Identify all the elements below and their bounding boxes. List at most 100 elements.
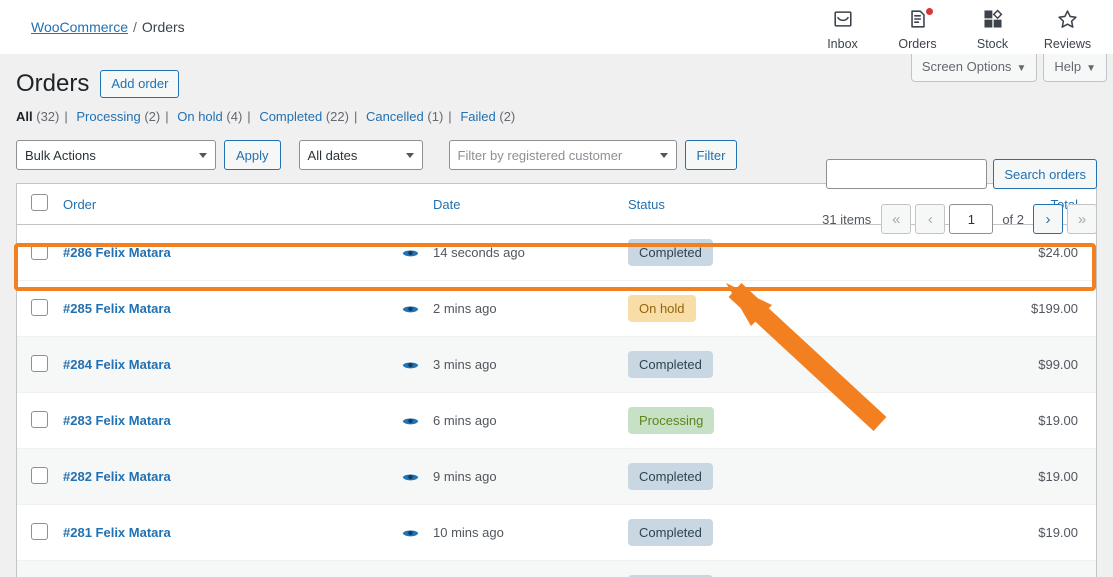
- column-header-order[interactable]: Order: [63, 184, 433, 226]
- nav-item-orders[interactable]: Orders: [880, 4, 955, 51]
- status-badge[interactable]: Processing: [628, 407, 715, 435]
- preview-eye-icon[interactable]: [402, 359, 419, 370]
- status-filter-failed[interactable]: Failed: [460, 109, 495, 124]
- breadcrumb-separator: /: [133, 19, 137, 35]
- pagination-next-button[interactable]: ›: [1033, 204, 1063, 234]
- row-checkbox[interactable]: [31, 410, 48, 428]
- row-checkbox[interactable]: [31, 522, 48, 540]
- status-badge[interactable]: Completed: [628, 239, 713, 267]
- row-status-cell: Processing: [628, 392, 923, 450]
- status-filter-on-hold[interactable]: On hold: [177, 109, 223, 124]
- woocommerce-header-bar: WooCommerce / Orders Inbox Orders Stock …: [0, 0, 1113, 54]
- screen-options-button[interactable]: Screen Options ▼: [910, 54, 1038, 82]
- table-row[interactable]: #281 Felix Matara 10 mins ago Completed …: [17, 504, 1096, 562]
- row-status-cell: On hold: [628, 280, 923, 338]
- table-row[interactable]: Completed: [17, 560, 1096, 577]
- pagination: 31 items « ‹ 1 of 2 › »: [822, 204, 1097, 234]
- customer-filter-select[interactable]: Filter by registered customer: [448, 140, 677, 171]
- row-date-cell: 2 mins ago: [433, 280, 628, 338]
- table-row[interactable]: #285 Felix Matara 2 mins ago On hold $19…: [17, 280, 1096, 338]
- nav-item-reviews-label: Reviews: [1043, 37, 1092, 51]
- table-row[interactable]: #282 Felix Matara 9 mins ago Completed $…: [17, 448, 1096, 506]
- row-date-cell: 14 seconds ago: [433, 224, 628, 282]
- order-link[interactable]: #283 Felix Matara: [63, 413, 171, 428]
- pagination-first-button[interactable]: «: [881, 204, 912, 234]
- table-row[interactable]: #284 Felix Matara 3 mins ago Completed $…: [17, 336, 1096, 394]
- search-orders-area: Search orders: [826, 159, 1097, 189]
- row-total-cell: $19.00: [923, 504, 1096, 562]
- status-filter-all[interactable]: All: [16, 109, 33, 124]
- preview-eye-icon[interactable]: [402, 415, 419, 426]
- status-filter-all-count: (32): [36, 109, 60, 125]
- reviews-icon: [1030, 8, 1105, 32]
- pagination-total-pages: of 2: [1002, 211, 1024, 227]
- row-total-cell: $19.00: [923, 448, 1096, 506]
- row-order-cell: [63, 560, 433, 577]
- column-header-date[interactable]: Date: [433, 184, 628, 226]
- status-filter-completed[interactable]: Completed: [259, 109, 322, 124]
- row-checkbox[interactable]: [31, 466, 48, 484]
- status-filter-on-hold-count: (4): [226, 109, 243, 125]
- preview-eye-icon[interactable]: [402, 471, 419, 482]
- table-row[interactable]: #283 Felix Matara 6 mins ago Processing …: [17, 392, 1096, 450]
- select-all-header: [17, 184, 63, 226]
- row-order-cell: #286 Felix Matara: [63, 224, 433, 282]
- status-filter-processing-count: (2): [144, 109, 161, 125]
- help-label: Help: [1054, 59, 1082, 74]
- pagination-last-button[interactable]: »: [1067, 204, 1097, 234]
- order-link[interactable]: #285 Felix Matara: [63, 301, 171, 316]
- search-orders-button[interactable]: Search orders: [993, 159, 1097, 189]
- customer-filter-placeholder: Filter by registered customer: [457, 147, 623, 163]
- row-checkbox[interactable]: [31, 242, 48, 260]
- nav-item-inbox[interactable]: Inbox: [805, 4, 880, 51]
- row-status-cell: Completed: [628, 560, 923, 577]
- order-link[interactable]: #284 Felix Matara: [63, 357, 171, 372]
- bulk-actions-value: Bulk Actions: [25, 147, 96, 163]
- preview-eye-icon[interactable]: [402, 527, 419, 538]
- bulk-actions-select[interactable]: Bulk Actions: [16, 140, 216, 171]
- row-order-cell: #283 Felix Matara: [63, 392, 433, 450]
- nav-item-stock-label: Stock: [976, 37, 1009, 51]
- status-filter-processing[interactable]: Processing: [76, 109, 140, 124]
- search-input[interactable]: [826, 159, 988, 189]
- filter-button[interactable]: Filter: [684, 140, 738, 171]
- pagination-prev-button[interactable]: ‹: [915, 204, 946, 234]
- status-badge[interactable]: Completed: [628, 463, 713, 491]
- row-status-cell: Completed: [628, 448, 923, 506]
- preview-eye-icon[interactable]: [402, 247, 419, 258]
- status-filter-cancelled[interactable]: Cancelled: [366, 109, 424, 124]
- chevron-down-icon: [405, 153, 414, 159]
- orders-table-body: #286 Felix Matara 14 seconds ago Complet…: [17, 224, 1096, 577]
- apply-button[interactable]: Apply: [224, 140, 281, 171]
- orders-icon: [880, 8, 955, 32]
- status-badge[interactable]: On hold: [628, 295, 696, 323]
- nav-item-stock[interactable]: Stock: [955, 4, 1030, 51]
- select-all-checkbox[interactable]: [31, 194, 48, 212]
- order-link[interactable]: #286 Felix Matara: [63, 245, 171, 260]
- status-badge[interactable]: Completed: [628, 519, 713, 547]
- row-checkbox[interactable]: [31, 354, 48, 372]
- screen-options-label: Screen Options: [921, 59, 1012, 74]
- order-link[interactable]: #282 Felix Matara: [63, 469, 171, 484]
- activity-nav-icons: Inbox Orders Stock Reviews: [805, 4, 1105, 51]
- pagination-item-count: 31 items: [822, 211, 872, 227]
- nav-item-reviews[interactable]: Reviews: [1030, 4, 1105, 51]
- order-link[interactable]: #281 Felix Matara: [63, 525, 171, 540]
- status-badge[interactable]: Completed: [628, 351, 713, 379]
- row-total-cell: $19.00: [923, 392, 1096, 450]
- chevron-down-icon: [199, 153, 207, 159]
- row-checkbox[interactable]: [31, 298, 48, 316]
- row-date-cell: 10 mins ago: [433, 504, 628, 562]
- row-date-cell: 3 mins ago: [433, 336, 628, 394]
- row-total-cell: $99.00: [923, 336, 1096, 394]
- help-button[interactable]: Help ▼: [1043, 54, 1107, 82]
- breadcrumb-root-link[interactable]: WooCommerce: [31, 19, 128, 35]
- orders-notification-badge: [926, 8, 933, 15]
- breadcrumb: WooCommerce / Orders: [31, 19, 185, 35]
- add-order-button[interactable]: Add order: [100, 69, 180, 98]
- pagination-current-page-input[interactable]: 1: [949, 204, 994, 234]
- row-total-cell: [923, 560, 1096, 577]
- date-filter-select[interactable]: All dates: [298, 140, 423, 171]
- row-date-cell: 9 mins ago: [433, 448, 628, 506]
- preview-eye-icon[interactable]: [402, 303, 419, 314]
